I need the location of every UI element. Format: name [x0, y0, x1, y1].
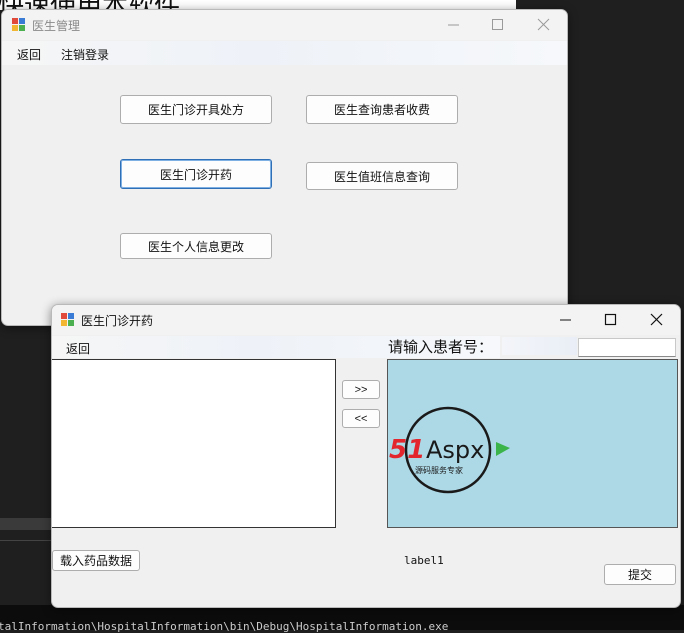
app-icon [12, 18, 26, 32]
dispense-window-titlebar[interactable]: 医生门诊开药 [52, 305, 680, 335]
app-icon [61, 313, 75, 327]
menu-back[interactable]: 返回 [17, 46, 41, 63]
close-icon[interactable] [650, 313, 664, 327]
close-icon[interactable] [537, 18, 551, 32]
load-drugs-button[interactable]: 载入药品数据 [52, 550, 140, 571]
move-left-button[interactable]: << [342, 409, 380, 428]
doctor-window-title: 医生管理 [32, 19, 81, 33]
logo-aspx-text: Aspx [426, 436, 484, 464]
maximize-icon[interactable] [491, 18, 505, 32]
doctor-window-titlebar[interactable]: 医生管理 [2, 10, 567, 40]
doctor-management-window: 医生管理 返回 注销登录 医生门诊开具处方 医生查询患者收费 医生门诊开药 医生… [1, 9, 568, 326]
minimize-icon[interactable] [559, 313, 573, 327]
doctor-menubar: 返回 注销登录 [2, 41, 567, 65]
menu-logout[interactable]: 注销登录 [61, 46, 109, 63]
logo-51-text: 51 [389, 435, 425, 465]
maximize-icon[interactable] [604, 313, 618, 327]
profile-edit-button[interactable]: 医生个人信息更改 [120, 233, 272, 259]
console-exe-path: talInformation\HospitalInformation\bin\D… [0, 620, 449, 633]
patient-number-label: 请输入患者号： [388, 339, 494, 356]
dispense-window: 医生门诊开药 返回 请输入患者号： >> << 51 Aspx 源码服务专家 载… [51, 304, 681, 608]
patient-number-input[interactable] [578, 338, 676, 357]
move-right-button[interactable]: >> [342, 380, 380, 399]
console-scroll-stripe [0, 518, 56, 530]
console-divider [0, 540, 56, 541]
dispense-button[interactable]: 医生门诊开药 [120, 159, 272, 189]
minimize-icon[interactable] [447, 18, 461, 32]
submit-button[interactable]: 提交 [604, 564, 676, 585]
dispense-window-title: 医生门诊开药 [81, 314, 154, 328]
patient-label-highlight [502, 337, 577, 355]
prescription-button[interactable]: 医生门诊开具处方 [120, 95, 272, 124]
available-drugs-listbox[interactable] [52, 359, 336, 528]
query-charge-button[interactable]: 医生查询患者收费 [306, 95, 458, 124]
menu-back[interactable]: 返回 [66, 340, 90, 357]
label1: label1 [404, 554, 444, 567]
selected-drugs-picturebox[interactable]: 51 Aspx 源码服务专家 [387, 359, 678, 528]
logo-tagline: 源码服务专家 [415, 465, 463, 475]
duty-query-button[interactable]: 医生值班信息查询 [306, 162, 458, 190]
51aspx-logo: 51 Aspx 源码服务专家 [389, 406, 510, 494]
